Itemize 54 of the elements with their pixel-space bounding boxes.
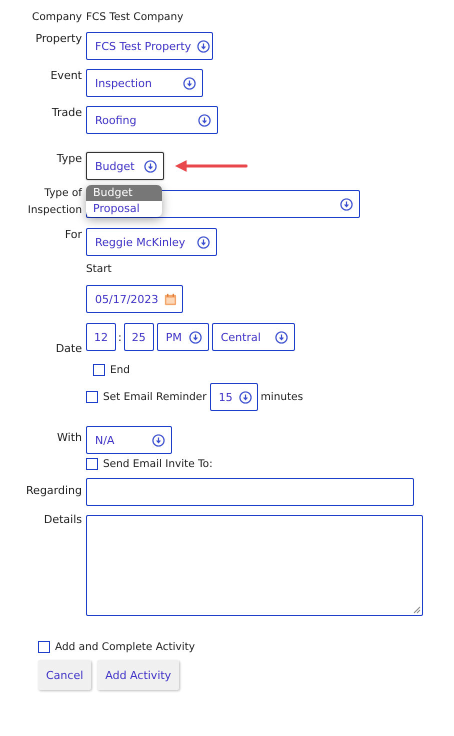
dropdown-icon [183,76,196,90]
select-field[interactable]: Budget [86,152,164,180]
company-name: FCS Test Company [86,10,184,24]
dropdown-icon [340,198,353,210]
dropdown-option[interactable]: Budget [86,185,162,201]
checkbox[interactable] [93,364,105,376]
checkbox[interactable] [86,391,98,403]
checkbox-label: End [110,364,130,376]
minute-field[interactable]: 25 [124,323,154,351]
dropdown-icon [238,390,252,404]
dropdown-option[interactable]: Proposal [86,201,162,217]
resize-grip-icon [413,606,421,614]
field-label: Date [54,342,83,356]
field-label: With [56,431,83,445]
field-label: Company [31,10,83,24]
field-label: Type of Inspection [26,186,84,218]
text-area[interactable] [86,515,423,616]
arrow-icon [174,159,248,173]
field-label: Event [49,69,83,83]
select-field[interactable]: Reggie McKinley [86,228,217,256]
dropdown-icon [197,236,210,248]
cancel-button[interactable]: Cancel [38,660,92,690]
field-label: Regarding [25,484,83,498]
text-field[interactable] [86,478,414,506]
time-separator: : [118,331,122,344]
select-field[interactable]: Roofing [86,106,218,134]
select-field[interactable]: Inspection [86,69,203,97]
field-label: Property [34,32,83,46]
dropdown-icon [144,160,157,172]
calendar-icon [164,292,178,306]
select-field[interactable]: PM [156,323,209,351]
date-field[interactable]: 05/17/2023 [86,285,183,313]
add-activity-button[interactable]: Add Activity [97,660,180,690]
checkbox[interactable] [86,458,98,470]
field-label: Start [86,262,112,276]
hour-field[interactable]: 12 [86,323,116,351]
select-field[interactable]: N/A [86,426,172,454]
checkbox-label: Send Email Invite To: [103,458,213,470]
checkbox-label: Add and Complete Activity [55,641,195,653]
unit-label: minutes [260,391,304,403]
select-field[interactable]: FCS Test Property [86,32,213,60]
select-field[interactable]: 15 [210,383,258,411]
field-label: Details [42,513,83,527]
field-label: Trade [50,106,83,120]
dropdown-icon [274,330,288,344]
dropdown-icon [152,434,165,446]
select-field[interactable]: Central [212,323,295,351]
field-label: Type [56,152,83,166]
checkbox[interactable] [38,641,50,653]
dropdown-icon [198,114,211,126]
field-label: For [64,228,83,242]
dropdown-icon [188,330,202,344]
checkbox-label: Set Email Reminder [103,391,207,403]
dropdown-icon [197,40,210,52]
